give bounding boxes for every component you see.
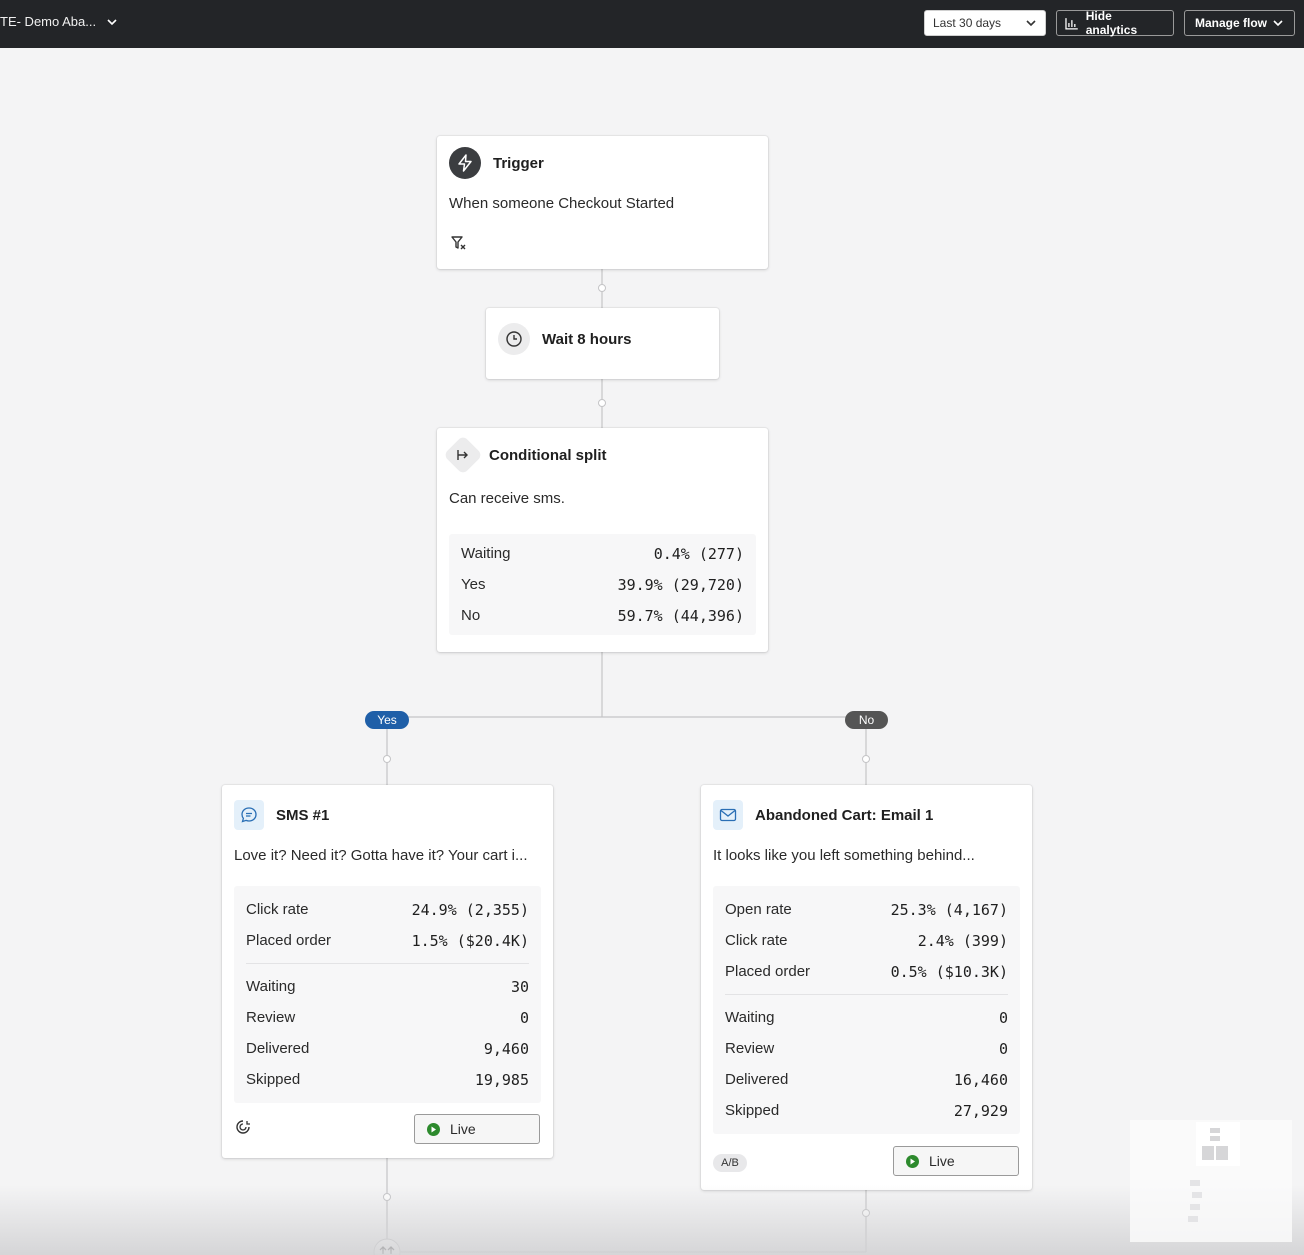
stat-label: Review: [246, 1009, 296, 1026]
split-row-no: No 59.7% (44,396): [461, 600, 744, 631]
stat-label: Yes: [461, 576, 486, 593]
stat-value: 39.9% (29,720): [617, 575, 744, 594]
connector-node[interactable]: [383, 755, 391, 763]
stat-label: Click rate: [246, 901, 309, 918]
clock-icon: [498, 323, 530, 355]
stat-value: 0.5% ($10.3K): [890, 962, 1008, 981]
connector-node[interactable]: [598, 284, 606, 292]
count-row: Delivered 9,460: [246, 1033, 529, 1064]
connector-node[interactable]: [598, 399, 606, 407]
split-title: Conditional split: [489, 446, 607, 464]
stat-value: 24.9% (2,355): [411, 900, 529, 919]
envelope-icon: [713, 800, 743, 830]
stat-label: Review: [725, 1040, 775, 1057]
count-row: Skipped 19,985: [246, 1064, 529, 1095]
trigger-title: Trigger: [493, 154, 544, 172]
stat-label: Waiting: [461, 545, 511, 562]
count-row: Waiting 30: [246, 971, 529, 1002]
stat-label: Skipped: [246, 1071, 301, 1088]
email-card[interactable]: Abandoned Cart: Email 1 It looks like yo…: [701, 785, 1032, 1190]
stats-divider: [246, 963, 529, 964]
sms-description: Love it? Need it? Gotta have it? Your ca…: [234, 847, 528, 864]
sms-card[interactable]: SMS #1 Love it? Need it? Gotta have it? …: [222, 785, 553, 1158]
stat-label: No: [461, 607, 481, 624]
stat-label: Placed order: [246, 932, 332, 949]
ab-test-badge[interactable]: A/B: [713, 1154, 747, 1172]
stat-label: Placed order: [725, 963, 811, 980]
stat-value: 1.5% ($20.4K): [411, 931, 529, 950]
count-row: Skipped 27,929: [725, 1095, 1008, 1126]
stat-value: 59.7% (44,396): [617, 606, 744, 625]
count-row: Delivered 16,460: [725, 1064, 1008, 1095]
sms-stats: Click rate 24.9% (2,355) Placed order 1.5%…: [234, 886, 541, 1103]
split-icon: [443, 435, 483, 475]
stat-label: Delivered: [246, 1040, 310, 1057]
sms-title: SMS #1: [276, 806, 330, 824]
stats-divider: [725, 994, 1008, 995]
trigger-description: When someone Checkout Started: [449, 195, 675, 212]
metric-row: Click rate 24.9% (2,355): [246, 894, 529, 925]
metric-row: Click rate 2.4% (399): [725, 925, 1008, 956]
stat-value: 0: [998, 1039, 1008, 1058]
stat-value: 9,460: [483, 1039, 529, 1058]
lightning-icon: [449, 147, 481, 179]
play-icon: [906, 1154, 919, 1168]
no-branch-pill[interactable]: No: [845, 711, 888, 729]
stat-label: Skipped: [725, 1102, 780, 1119]
email-stats: Open rate 25.3% (4,167) Click rate 2.4% (3…: [713, 886, 1020, 1134]
stat-value: 30: [510, 977, 529, 996]
email-live-status-button[interactable]: Live: [893, 1146, 1019, 1176]
live-label: Live: [929, 1153, 955, 1169]
split-row-yes: Yes 39.9% (29,720): [461, 569, 744, 600]
live-label: Live: [450, 1121, 476, 1137]
wait-card[interactable]: Wait 8 hours: [486, 308, 719, 379]
stat-label: Open rate: [725, 901, 792, 918]
sms-live-status-button[interactable]: Live: [414, 1114, 540, 1144]
stat-label: Waiting: [246, 978, 296, 995]
metric-row: Open rate 25.3% (4,167): [725, 894, 1008, 925]
conditional-split-card[interactable]: Conditional split Can receive sms. Waiti…: [437, 428, 768, 652]
minimap-preview: [1188, 1122, 1240, 1222]
metric-row: Placed order 0.5% ($10.3K): [725, 956, 1008, 987]
stat-value: 0: [998, 1008, 1008, 1027]
stat-value: 0: [519, 1008, 529, 1027]
split-row-waiting: Waiting 0.4% (277): [461, 538, 744, 569]
flow-minimap[interactable]: [1130, 1120, 1292, 1242]
stat-value: 0.4% (277): [653, 544, 744, 563]
stat-value: 25.3% (4,167): [890, 900, 1008, 919]
stat-value: 19,985: [474, 1070, 529, 1089]
stat-value: 2.4% (399): [917, 931, 1008, 950]
stat-label: Waiting: [725, 1009, 775, 1026]
sms-icon: [234, 800, 264, 830]
metric-row: Placed order 1.5% ($20.4K): [246, 925, 529, 956]
email-description: It looks like you left something behind.…: [713, 847, 975, 864]
email-title: Abandoned Cart: Email 1: [755, 806, 934, 824]
smart-sending-icon[interactable]: [235, 1119, 251, 1135]
stat-label: Click rate: [725, 932, 788, 949]
split-description: Can receive sms.: [449, 490, 565, 507]
play-icon: [427, 1122, 440, 1136]
trigger-card[interactable]: Trigger When someone Checkout Started: [437, 136, 768, 269]
canvas-bottom-fade: [0, 1185, 1304, 1255]
wait-title: Wait 8 hours: [542, 330, 632, 348]
count-row: Review 0: [725, 1033, 1008, 1064]
stat-label: Delivered: [725, 1071, 789, 1088]
split-stats: Waiting 0.4% (277) Yes 39.9% (29,720) No 59…: [449, 534, 756, 635]
count-row: Review 0: [246, 1002, 529, 1033]
connector-node[interactable]: [862, 755, 870, 763]
filter-icon[interactable]: [451, 235, 467, 251]
stat-value: 27,929: [953, 1101, 1008, 1120]
yes-branch-pill[interactable]: Yes: [365, 711, 409, 729]
stat-value: 16,460: [953, 1070, 1008, 1089]
count-row: Waiting 0: [725, 1002, 1008, 1033]
